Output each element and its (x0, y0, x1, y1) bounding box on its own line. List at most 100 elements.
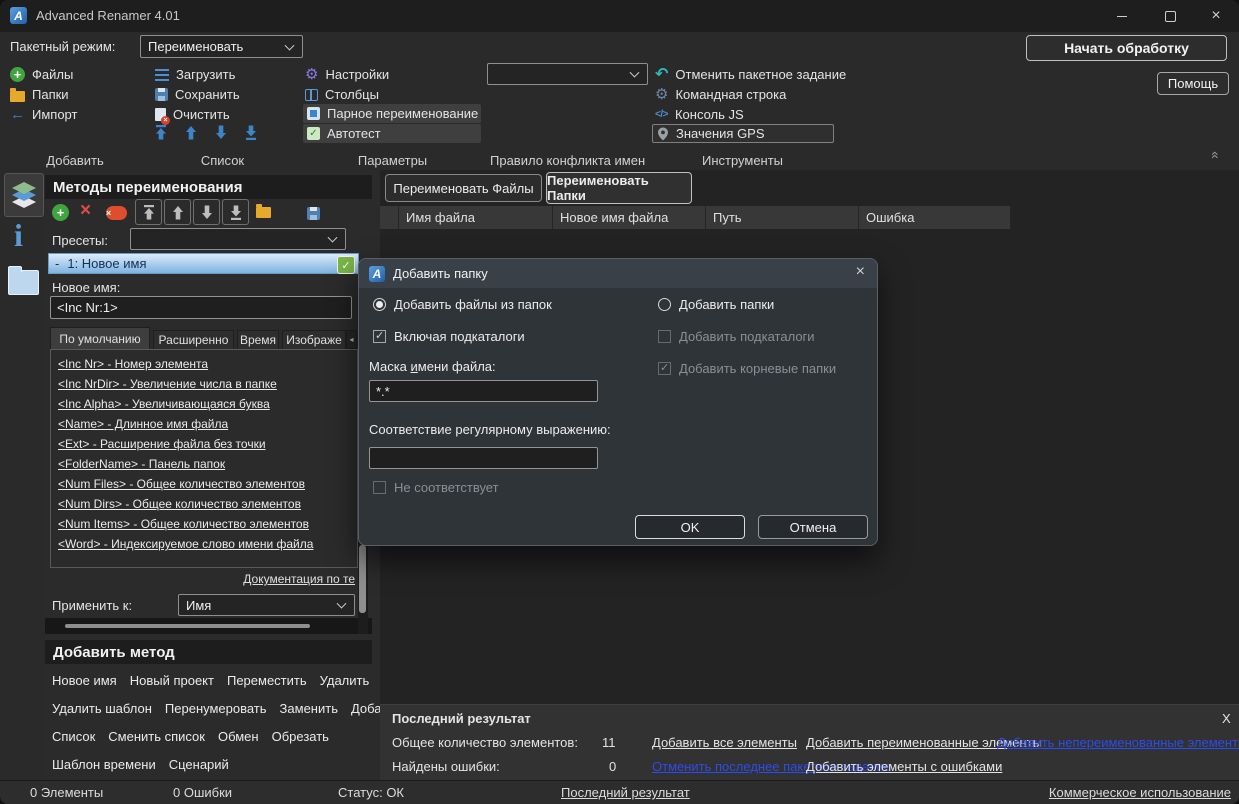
radio-add-files-from-folders[interactable]: Добавить файлы из папок (373, 297, 552, 312)
tag-item[interactable]: <Num Files> - Общее количество элементов (51, 474, 357, 494)
collapse-ribbon-icon[interactable] (1208, 151, 1224, 159)
tab-scroll-left-button[interactable] (346, 330, 357, 349)
status-commercial-link[interactable]: Коммерческое использование (1049, 785, 1231, 800)
method-list[interactable]: Список (52, 729, 95, 744)
new-name-input[interactable] (50, 296, 352, 319)
add-files-button[interactable]: Файлы (10, 65, 73, 84)
method-remove[interactable]: Удалить (320, 673, 370, 688)
method-move-down-button[interactable] (193, 199, 220, 225)
minimize-button[interactable] (1099, 0, 1145, 32)
method-move-up-button[interactable] (164, 199, 191, 225)
import-button[interactable]: Импорт (10, 105, 77, 124)
move-to-bottom-button[interactable] (245, 125, 257, 140)
batch-mode-select[interactable]: Переименовать (140, 35, 303, 58)
filename-mask-input[interactable] (369, 380, 598, 402)
cancel-button[interactable]: Отмена (758, 515, 868, 539)
columns-button[interactable]: Столбцы (305, 85, 379, 104)
add-folders-button[interactable]: Папки (10, 85, 69, 104)
load-list-button[interactable]: Загрузить (155, 65, 235, 84)
tab-advanced[interactable]: Расширенно (153, 330, 234, 349)
folder-panel-icon[interactable] (8, 266, 39, 295)
method-move[interactable]: Переместить (227, 673, 307, 688)
tag-item[interactable]: <Name> - Длинное имя файла (51, 414, 357, 434)
ok-button[interactable]: OK (635, 515, 745, 539)
method-swap-list[interactable]: Сменить список (108, 729, 205, 744)
move-to-top-button[interactable] (155, 125, 167, 140)
settings-button[interactable]: ⚙ Настройки (305, 65, 389, 84)
dialog-close-icon[interactable] (856, 263, 865, 281)
column-header-filename[interactable]: Имя файла (399, 206, 553, 229)
vertical-scrollbar-thumb[interactable] (359, 545, 366, 613)
undo-batch-button[interactable]: Отменить пакетное задание (655, 65, 846, 84)
add-error-items-link[interactable]: Добавить элементы с ошибками (806, 759, 1002, 774)
tag-item[interactable]: <Num Items> - Общее количество элементов (51, 514, 357, 534)
tag-item[interactable]: <Ext> - Расширение файла без точки (51, 434, 357, 454)
tag-item[interactable]: <Num Dirs> - Общее количество элементов (51, 494, 357, 514)
method-renumber[interactable]: Перенумеровать (165, 701, 267, 716)
method-script[interactable]: Сценарий (169, 757, 229, 772)
tab-image[interactable]: Изображе (282, 330, 346, 349)
pair-rename-toggle[interactable]: Парное переименование (303, 104, 481, 123)
regex-match-input[interactable] (369, 447, 598, 469)
add-all-items-link[interactable]: Добавить все элементы (652, 735, 797, 750)
method-new-project[interactable]: Новый проект (130, 673, 214, 688)
remove-all-methods-icon-button[interactable] (106, 206, 127, 220)
tag-item[interactable]: <Inc Nr> - Номер элемента (51, 354, 357, 374)
result-panel-close-button[interactable]: X (1222, 711, 1231, 726)
method-replace[interactable]: Заменить (280, 701, 338, 716)
tag-item[interactable]: <Inc NrDir> - Увеличение числа в папке (51, 374, 357, 394)
column-header-error[interactable]: Ошибка (859, 206, 1011, 229)
info-icon[interactable] (14, 220, 23, 250)
method-row[interactable]: - 1: Новое имя (48, 253, 359, 274)
method-move-top-button[interactable] (135, 199, 162, 225)
save-preset-icon[interactable] (306, 207, 320, 220)
method-trim[interactable]: Обрезать (272, 729, 329, 744)
horizontal-scrollbar-thumb[interactable] (65, 624, 310, 628)
methods-view-button[interactable] (4, 173, 44, 217)
column-header-blank[interactable] (380, 206, 399, 229)
add-folders-label: Папки (32, 87, 69, 102)
method-new-name[interactable]: Новое имя (52, 673, 117, 688)
method-swap[interactable]: Обмен (218, 729, 259, 744)
column-header-new-filename[interactable]: Новое имя файла (553, 206, 706, 229)
gps-values-button[interactable]: Значения GPS (652, 124, 834, 143)
method-enabled-checkbox[interactable] (337, 256, 355, 274)
close-button[interactable] (1193, 0, 1239, 32)
save-list-button[interactable]: Сохранить (155, 85, 240, 104)
column-header-path[interactable]: Путь (706, 206, 859, 229)
method-move-bottom-button[interactable] (222, 199, 249, 225)
radio-add-folders[interactable]: Добавить папки (658, 297, 774, 312)
tab-time[interactable]: Время (237, 330, 279, 349)
method-add[interactable]: Добавить (351, 701, 380, 716)
method-collapse-icon[interactable]: - (55, 256, 59, 271)
move-down-button[interactable] (215, 125, 227, 140)
method-timestamp[interactable]: Шаблон времени (52, 757, 156, 772)
add-unrenamed-items-link[interactable]: Добавить непереименованные элементы (997, 735, 1239, 750)
horizontal-scrollbar[interactable] (45, 618, 372, 634)
method-remove-pattern[interactable]: Удалить шаблон (52, 701, 152, 716)
open-preset-folder-icon[interactable] (256, 204, 271, 218)
tab-rename-files[interactable]: Переименовать Файлы (385, 174, 542, 202)
maximize-button[interactable] (1147, 0, 1193, 32)
clear-list-button[interactable]: Очистить (155, 105, 230, 125)
presets-select[interactable] (130, 228, 346, 250)
autotest-toggle[interactable]: Автотест (303, 124, 481, 143)
tag-documentation-link[interactable]: Документация по те (243, 572, 355, 586)
tab-rename-folders[interactable]: Переименовать Папки (546, 172, 692, 204)
save-list-label: Сохранить (175, 87, 240, 102)
tab-default[interactable]: По умолчанию (50, 327, 150, 349)
add-method-icon-button[interactable] (52, 204, 69, 221)
tag-item[interactable]: <Inc Alpha> - Увеличивающаяся буква (51, 394, 357, 414)
remove-method-icon-button[interactable] (80, 202, 91, 220)
tag-item[interactable]: <Word> - Индексируемое слово имени файла (51, 534, 357, 554)
help-button[interactable]: Помощь (1157, 72, 1229, 95)
js-console-button[interactable]: Консоль JS (655, 105, 744, 124)
conflict-rule-select[interactable] (487, 63, 648, 85)
start-batch-button[interactable]: Начать обработку (1026, 35, 1227, 61)
status-last-result-link[interactable]: Последний результат (561, 785, 690, 800)
checkbox-include-subdirs[interactable]: Включая подкаталоги (373, 329, 525, 344)
tag-item[interactable]: <FolderName> - Панель папок (51, 454, 357, 474)
apply-to-select[interactable]: Имя (178, 594, 355, 616)
move-up-button[interactable] (185, 125, 197, 140)
command-line-button[interactable]: ⚙ Командная строка (655, 85, 786, 104)
